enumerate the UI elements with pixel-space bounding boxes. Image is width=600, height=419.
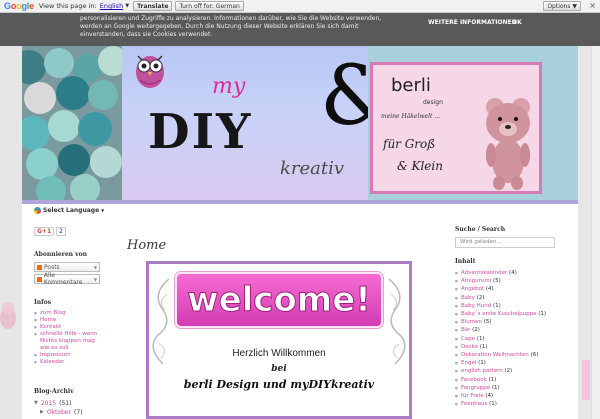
rss-icon xyxy=(37,276,42,282)
cookie-ok-button[interactable]: OK xyxy=(512,19,522,27)
rss-icon xyxy=(37,264,42,270)
label-item[interactable]: Feenhaus (1) xyxy=(455,400,565,408)
options-button[interactable]: Options ▼ xyxy=(543,1,581,11)
page-scrollbar[interactable] xyxy=(591,46,600,419)
berli-text: berli xyxy=(391,75,431,96)
page-title: Home xyxy=(127,238,167,253)
google-translate-icon xyxy=(34,207,41,214)
welcome-post-image: welcome! Herzlich Willkommen bei berli D… xyxy=(146,261,412,419)
label-item[interactable]: Decke (1) xyxy=(455,343,565,351)
chevron-down-icon[interactable]: ▼ xyxy=(94,277,97,282)
label-item[interactable]: Bär (2) xyxy=(455,326,565,334)
search-title: Suche / Search xyxy=(455,226,506,233)
archive-count: (7) xyxy=(74,409,83,416)
feed-posts-label: Posts xyxy=(44,263,60,271)
info-link[interactable]: Kalender xyxy=(34,359,100,366)
archive-count: (51) xyxy=(59,400,72,407)
expand-icon[interactable]: ▶ xyxy=(40,408,44,417)
chevron-down-icon[interactable]: ▼ xyxy=(125,3,129,9)
kreativ-text: kreativ xyxy=(280,158,345,179)
decorative-cat-image xyxy=(0,302,16,329)
swirl-ornament-icon xyxy=(388,278,406,365)
diy-text: DIY xyxy=(148,104,253,160)
translate-button[interactable]: Translate xyxy=(133,1,173,11)
info-link[interactable]: Impressum xyxy=(34,352,100,359)
berli-card: berli design meine Häkelwelt ... für Gro… xyxy=(370,62,542,194)
cookie-text: personalisieren und Zugriffe zu analysie… xyxy=(80,15,382,38)
info-link[interactable]: Home xyxy=(34,317,100,324)
labels-title: Inhalt xyxy=(455,258,476,265)
swirl-ornament-icon xyxy=(152,278,170,365)
chevron-down-icon[interactable]: ▼ xyxy=(94,265,97,270)
info-link[interactable]: Kontakt xyxy=(34,324,100,331)
language-dropdown[interactable]: English xyxy=(100,2,123,10)
welcome-text: welcome! xyxy=(187,280,372,321)
gplus-button[interactable]: G+1 xyxy=(34,227,55,236)
google-translate-bar: Google View this page in: English ▼ Tran… xyxy=(0,0,600,13)
owl-icon xyxy=(136,55,164,88)
label-item[interactable]: Cape (1) xyxy=(455,335,565,343)
search-widget: Suche / Search Wird geladen... xyxy=(455,226,565,248)
label-item[interactable]: Facebook (1) xyxy=(455,376,565,384)
label-list: Adventskalender (4) Amigurumi (5) Angebo… xyxy=(455,269,565,409)
label-item[interactable]: Adventskalender (4) xyxy=(455,269,565,277)
berli-mydiy-text: berli Design und myDIYkreativ xyxy=(183,378,375,391)
berli-design-panel: berli design meine Häkelwelt ... für Gro… xyxy=(368,46,578,200)
label-item[interactable]: Dekoration Weihnachten (6) xyxy=(455,351,565,359)
subscribe-widget: Abonnieren von Posts ▼ Alle Kommentare ▼ xyxy=(34,251,100,286)
my-text: my xyxy=(212,74,246,99)
feed-comments-label: Alle Kommentare xyxy=(43,272,83,286)
feed-comments-button[interactable]: Alle Kommentare ▼ xyxy=(34,272,100,286)
archive-year-item[interactable]: ▼ 2015 (51) xyxy=(34,399,100,408)
info-title: Infos xyxy=(34,299,52,306)
archive-month-link[interactable]: Oktober xyxy=(47,408,71,417)
archive-widget: Blog-Archiv ▼ 2015 (51) ▶ Oktober (7) xyxy=(34,388,100,417)
welcome-banner: welcome! xyxy=(175,272,383,328)
label-item[interactable]: Blumen (5) xyxy=(455,318,565,326)
archive-year-link[interactable]: 2015 xyxy=(41,399,56,408)
select-language-widget[interactable]: Select Language ▼ xyxy=(34,206,104,215)
info-link[interactable]: schnelle Hilfe - wenn Nichts klappen mag… xyxy=(34,331,100,352)
cookie-banner: personalisieren und Zugriffe zu analysie… xyxy=(0,13,600,46)
herzlich-text: Herzlich Willkommen xyxy=(232,348,326,359)
google-logo: Google xyxy=(4,1,34,11)
decorative-ribbon-image xyxy=(582,360,590,400)
collapse-icon[interactable]: ▼ xyxy=(34,399,38,408)
chevron-down-icon[interactable]: ▼ xyxy=(101,208,104,213)
label-item[interactable]: für Freie (4) xyxy=(455,392,565,400)
feed-posts-button[interactable]: Posts ▼ xyxy=(34,262,100,272)
labels-widget: Inhalt Adventskalender (4) Amigurumi (5)… xyxy=(455,258,565,409)
turn-off-button[interactable]: Turn off for: German xyxy=(175,1,244,11)
label-item[interactable]: Fangruppe (1) xyxy=(455,384,565,392)
archive-month-item[interactable]: ▶ Oktober (7) xyxy=(34,408,100,417)
fur-gross-text: für Groß xyxy=(383,137,436,151)
label-item[interactable]: Baby´s erste Kuschelpuppe (1) xyxy=(455,310,565,318)
crochet-balls-image xyxy=(22,46,128,200)
blog-header-banner[interactable]: my DIY kreativ & berli design meine Häke… xyxy=(22,46,578,200)
more-info-link[interactable]: WEITERE INFORMATIONEN xyxy=(428,19,517,27)
close-icon[interactable]: × xyxy=(589,1,596,10)
info-link-list: zum Blog Home Kontakt schnelle Hilfe - w… xyxy=(34,310,100,366)
label-item[interactable]: Baby Hund (1) xyxy=(455,302,565,310)
label-item[interactable]: Amigurumi (5) xyxy=(455,277,565,285)
archive-title: Blog-Archiv xyxy=(34,388,74,395)
bei-text: bei xyxy=(271,364,287,374)
subscribe-title: Abonnieren von xyxy=(34,251,87,258)
gplus-widget[interactable]: G+1 2 xyxy=(34,227,66,236)
und-klein-text: & Klein xyxy=(397,159,443,173)
crochet-bear-image xyxy=(486,98,530,190)
info-link[interactable]: zum Blog xyxy=(34,310,100,317)
design-text: design xyxy=(423,99,443,106)
label-item[interactable]: Engel (1) xyxy=(455,359,565,367)
select-language-label[interactable]: Select Language xyxy=(43,207,99,214)
label-item[interactable]: Angebot (4) xyxy=(455,285,565,293)
label-item[interactable]: english pattern (2) xyxy=(455,367,565,375)
gplus-count: 2 xyxy=(56,227,66,236)
label-item[interactable]: Baby (2) xyxy=(455,294,565,302)
search-input[interactable]: Wird geladen... xyxy=(455,237,555,248)
view-page-label: View this page in: xyxy=(38,2,97,10)
tagline-text: meine Häkelwelt ... xyxy=(381,113,441,120)
info-widget: Infos zum Blog Home Kontakt schnelle Hil… xyxy=(34,299,100,366)
